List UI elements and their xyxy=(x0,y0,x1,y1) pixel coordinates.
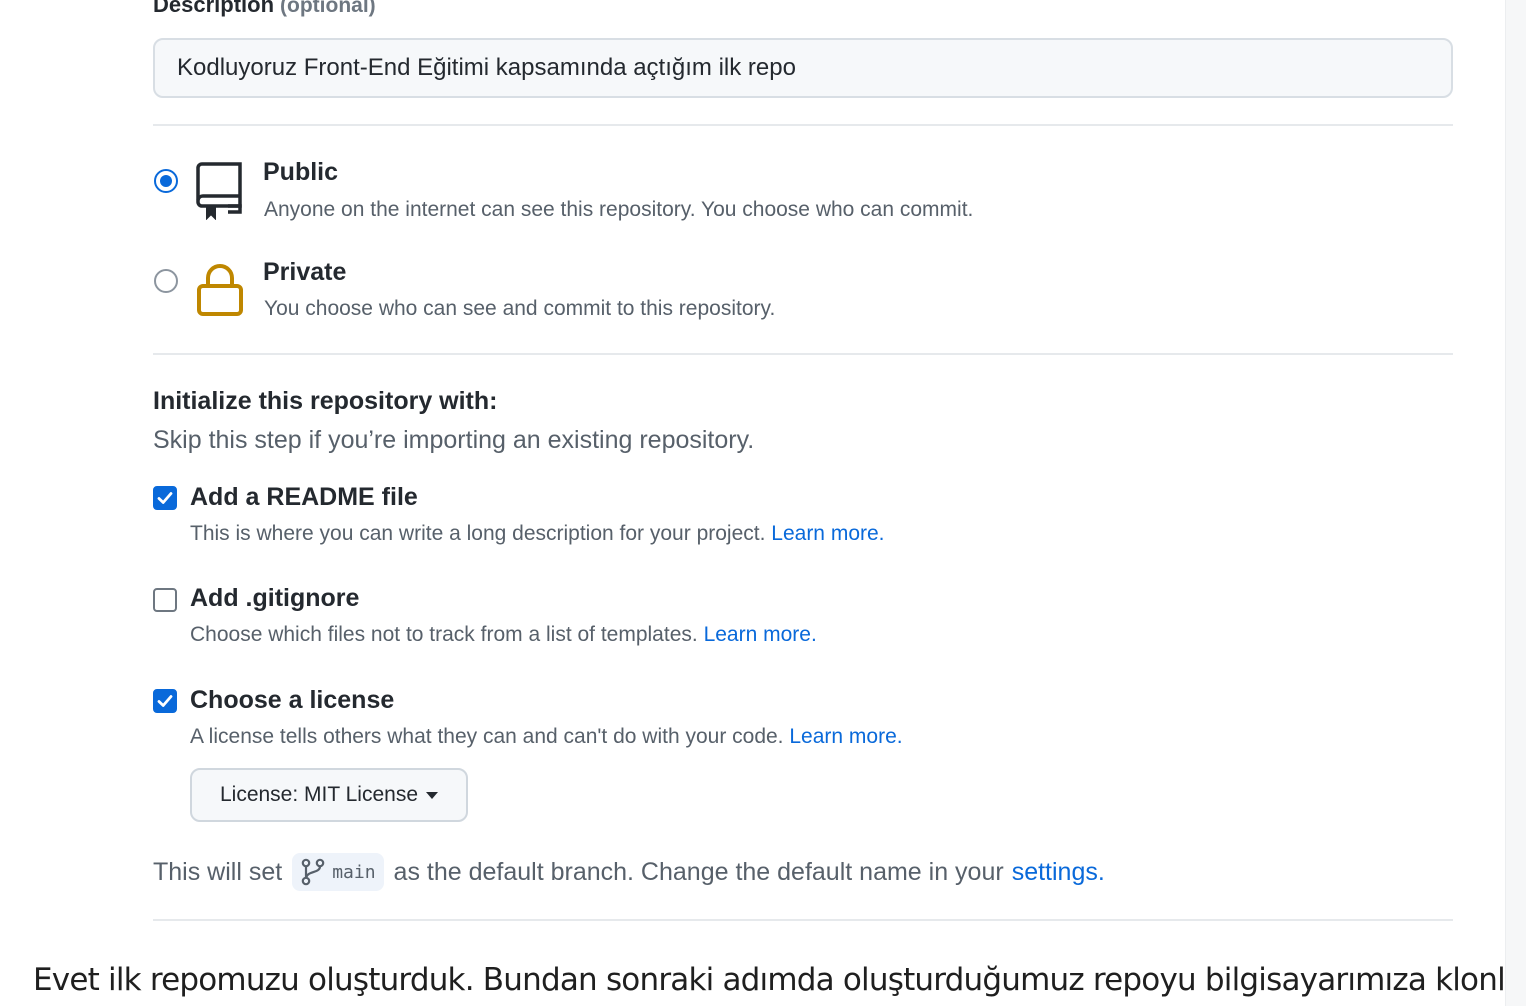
private-radio[interactable] xyxy=(154,269,178,293)
gitignore-label[interactable]: Add .gitignore xyxy=(190,584,359,613)
description-label: Description (optional) xyxy=(153,0,376,18)
gitignore-checkbox[interactable] xyxy=(153,588,177,612)
page: Description (optional) Public Anyone on t… xyxy=(0,0,1526,1006)
public-radio[interactable] xyxy=(154,169,178,193)
gitignore-description-text: Choose which files not to track from a l… xyxy=(190,623,698,646)
check-icon xyxy=(157,492,173,504)
check-icon xyxy=(157,695,173,707)
public-description: Anyone on the internet can see this repo… xyxy=(264,198,974,221)
license-learn-more-link[interactable]: Learn more. xyxy=(789,725,902,748)
branch-name: main xyxy=(332,861,376,883)
lock-icon xyxy=(196,262,244,318)
divider xyxy=(153,353,1453,355)
readme-description-text: This is where you can write a long descr… xyxy=(190,522,766,545)
branch-prefix: This will set xyxy=(153,857,283,886)
readme-description: This is where you can write a long descr… xyxy=(190,522,885,546)
private-description: You choose who can see and commit to thi… xyxy=(264,297,776,320)
public-title: Public xyxy=(263,158,339,186)
license-dropdown-button[interactable]: License: MIT License xyxy=(190,768,468,822)
repo-icon xyxy=(196,160,244,221)
license-description: A license tells others what they can and… xyxy=(190,725,903,749)
license-checkbox[interactable] xyxy=(153,689,177,713)
git-branch-icon xyxy=(301,858,325,886)
license-dropdown-label: License: MIT License xyxy=(219,783,419,806)
readme-learn-more-link[interactable]: Learn more. xyxy=(771,522,884,545)
divider xyxy=(153,124,1453,126)
initialize-title: Initialize this repository with: xyxy=(153,387,498,415)
gitignore-learn-more-link[interactable]: Learn more. xyxy=(704,623,817,646)
scrollbar-track[interactable] xyxy=(1505,0,1526,1006)
caret-down-icon xyxy=(426,791,439,799)
article-text: Evet ilk repomuzu oluşturduk. Bundan son… xyxy=(33,962,1526,998)
license-label[interactable]: Choose a license xyxy=(190,686,394,715)
initialize-subtitle: Skip this step if you’re importing an ex… xyxy=(153,426,755,454)
gitignore-description: Choose which files not to track from a l… xyxy=(190,623,817,647)
branch-pill: main xyxy=(292,853,384,891)
branch-middle: as the default branch. Change the defaul… xyxy=(393,857,1004,886)
settings-period: . xyxy=(1097,857,1105,886)
settings-link[interactable]: settings xyxy=(1012,858,1098,887)
default-branch-note: This will set main as the default branch… xyxy=(153,852,1105,892)
description-input[interactable] xyxy=(153,38,1453,98)
readme-label[interactable]: Add a README file xyxy=(190,483,418,512)
readme-checkbox[interactable] xyxy=(153,486,177,510)
private-title: Private xyxy=(263,258,347,286)
description-label-text: Description xyxy=(153,0,275,17)
divider xyxy=(153,919,1453,921)
optional-label: (optional) xyxy=(280,0,376,17)
license-description-text: A license tells others what they can and… xyxy=(190,725,784,748)
